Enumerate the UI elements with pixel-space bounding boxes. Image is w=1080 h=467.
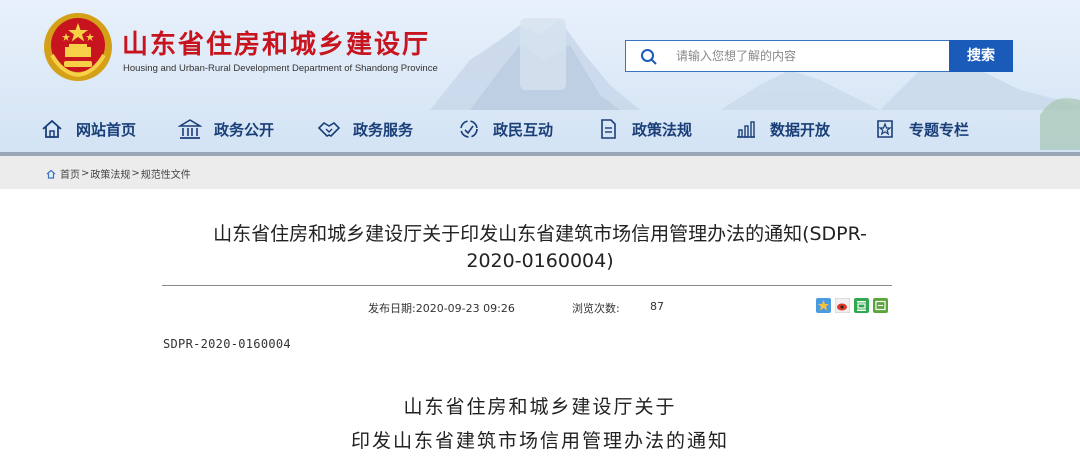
article-title-line1: 山东省住房和城乡建设厅关于印发山东省建筑市场信用管理办法的通知(SDPR-	[213, 223, 867, 245]
nav-item-label: 专题专栏	[909, 120, 970, 139]
topic-icon	[877, 120, 893, 138]
share-weibo-icon[interactable]	[835, 298, 850, 313]
nav-item-label: 政务公开	[214, 120, 275, 139]
document-icon	[601, 119, 616, 139]
publish-date: 发布日期:2020-09-23 09:26	[368, 302, 515, 315]
views-count: 87	[650, 300, 664, 313]
breadcrumb: 首页 > 政策法规 > 规范性文件	[0, 156, 1080, 189]
document-code: SDPR-2020-0160004	[163, 337, 291, 351]
main-nav: 网站首页 政务公开 政务服务 政民互动 政策法规 数据开放 专题专栏	[0, 108, 1080, 150]
nav-item-services[interactable]: 政务服务	[317, 116, 413, 142]
breadcrumb-policies[interactable]: 政策法规	[90, 166, 130, 181]
breadcrumb-separator: >	[81, 168, 90, 179]
handshake-icon	[317, 121, 341, 137]
site-title: 山东省住房和城乡建设厅	[122, 30, 431, 60]
search-box	[625, 40, 949, 72]
share-douban-icon[interactable]	[854, 298, 869, 313]
nav-item-topics[interactable]: 专题专栏	[873, 116, 969, 142]
nav-item-home[interactable]: 网站首页	[40, 116, 136, 142]
document-heading-line1: 山东省住房和城乡建设厅关于	[403, 396, 677, 418]
national-emblem-icon	[44, 13, 112, 81]
search-icon	[641, 49, 657, 65]
nav-item-policies[interactable]: 政策法规	[596, 116, 692, 142]
home-icon	[42, 119, 62, 138]
article-title-line2: 2020-0160004)	[466, 250, 614, 272]
building-icon	[178, 119, 202, 139]
nav-item-label: 政务服务	[353, 120, 414, 139]
share-qzone-icon[interactable]	[816, 298, 831, 313]
nav-item-interaction[interactable]: 政民互动	[457, 116, 553, 142]
title-divider	[162, 285, 892, 286]
nav-item-label: 政民互动	[493, 120, 554, 139]
search-bar: 搜索	[625, 40, 1013, 72]
nav-item-open-data[interactable]: 数据开放	[734, 116, 830, 142]
search-input[interactable]	[676, 41, 946, 71]
site-header: 山东省住房和城乡建设厅 Housing and Urban-Rural Deve…	[0, 0, 1080, 155]
search-button[interactable]: 搜索	[949, 40, 1013, 72]
nav-item-label: 政策法规	[632, 120, 693, 139]
views-label: 浏览次数:	[572, 302, 620, 315]
nav-item-label: 数据开放	[770, 120, 831, 139]
breadcrumb-separator: >	[131, 168, 140, 179]
nav-item-label: 网站首页	[76, 120, 137, 139]
interaction-icon	[460, 120, 478, 138]
chart-icon	[737, 121, 755, 138]
home-icon	[46, 169, 56, 179]
nav-item-public-affairs[interactable]: 政务公开	[178, 116, 274, 142]
site-subtitle: Housing and Urban-Rural Development Depa…	[123, 63, 438, 74]
breadcrumb-home[interactable]: 首页	[60, 166, 80, 181]
share-more-icon[interactable]	[873, 298, 888, 313]
article-title: 山东省住房和城乡建设厅关于印发山东省建筑市场信用管理办法的通知(SDPR- 20…	[162, 221, 918, 275]
document-heading-line2: 印发山东省建筑市场信用管理办法的通知	[350, 430, 729, 452]
breadcrumb-normative-documents[interactable]: 规范性文件	[141, 166, 191, 181]
